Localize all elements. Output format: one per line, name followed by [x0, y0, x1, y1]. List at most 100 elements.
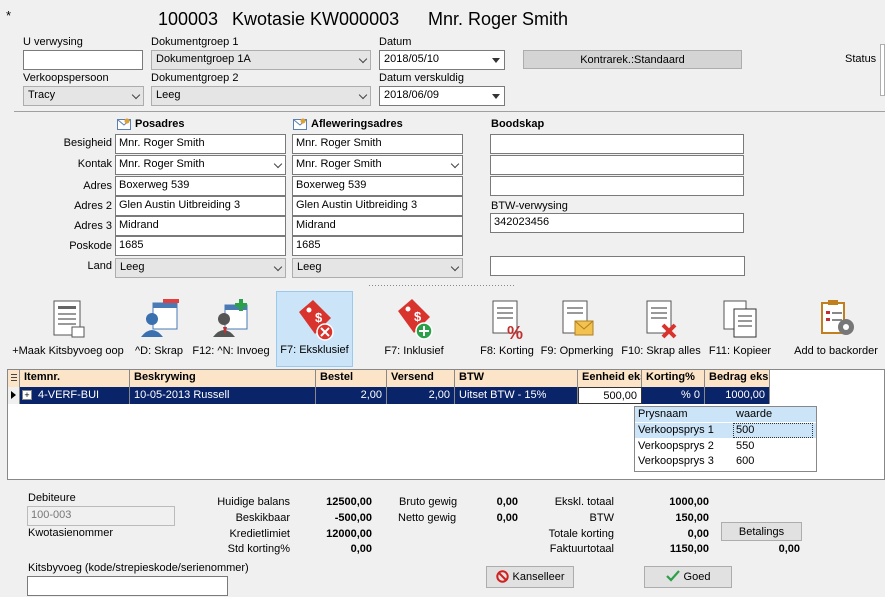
list-item[interactable]: Verkoopsprys 3 [638, 455, 714, 467]
discount-document-icon: % [487, 297, 527, 343]
pos-adres-input[interactable]: Boxerweg 539 [115, 176, 286, 196]
besigheid-label: Besigheid [63, 137, 112, 149]
boodskap-title: Boodskap [491, 118, 545, 130]
col-beskrywing[interactable]: Beskrywing [130, 370, 316, 387]
popup-col-waarde: waarde [736, 408, 773, 420]
afl-adres-input[interactable]: Boxerweg 539 [292, 176, 463, 196]
skrap-button[interactable]: ^D: Skrap [128, 291, 190, 367]
envelope-icon [117, 118, 131, 130]
cancel-icon [495, 570, 509, 583]
afl-adres2-input[interactable]: Glen Austin Uitbreiding 3 [292, 196, 463, 216]
kopieer-button[interactable]: F11: Kopieer [706, 291, 774, 367]
pos-land-select[interactable]: Leeg [115, 258, 286, 278]
bruto-value: 0,00 [496, 496, 518, 508]
afl-poskode-input[interactable]: 1685 [292, 236, 463, 256]
pos-adres3-input[interactable]: Midrand [115, 216, 286, 236]
cell-itemnr[interactable]: 4-VERF-BUI [34, 387, 130, 404]
afl-besigheid-input[interactable]: Mnr. Roger Smith [292, 134, 463, 154]
afl-land-select[interactable]: Leeg [292, 258, 463, 278]
cell-bedrag[interactable]: 1000,00 [705, 387, 770, 404]
kontak-label: Kontak [77, 158, 112, 170]
col-itemnr[interactable]: Itemnr. [20, 370, 130, 387]
col-bestel[interactable]: Bestel [316, 370, 387, 387]
inklusief-button[interactable]: $ F7: Inklusief [375, 291, 453, 367]
netto-value: 0,00 [496, 512, 518, 524]
chevron-down-icon [358, 90, 368, 100]
grid-menu-icon[interactable] [8, 370, 20, 387]
delete-document-icon [641, 297, 681, 341]
cell-bestel[interactable]: 2,00 [316, 387, 387, 404]
datum-label: Datum [379, 36, 412, 48]
kitsbyvoeg-button[interactable]: +Maak Kitsbyvoeg oop [8, 291, 128, 367]
extra-field[interactable] [490, 256, 745, 276]
backorder-button[interactable]: Add to backorder [788, 291, 884, 367]
korting-button[interactable]: % F8: Korting [476, 291, 538, 367]
kwotasie-label: Kwotasienommer [28, 527, 113, 539]
col-btw[interactable]: BTW [455, 370, 578, 387]
col-korting[interactable]: Korting% [642, 370, 705, 387]
list-item[interactable]: 600 [736, 455, 754, 467]
cell-eenheid-editor[interactable]: 500,00 [578, 387, 642, 404]
dokgroep2-label: Dokumentgroep 2 [151, 72, 239, 84]
price-tag-remove-icon: $ [295, 298, 335, 342]
chevron-down-icon [131, 90, 141, 100]
boodskap-line-1[interactable] [490, 134, 744, 154]
dokgroep1-select[interactable]: Dokumentgroep 1A [151, 50, 371, 70]
faktuur-label: Faktuurtotaal [549, 543, 614, 555]
kanselleer-button[interactable]: Kanselleer [486, 566, 574, 588]
cell-versend[interactable]: 2,00 [387, 387, 455, 404]
betalings-button[interactable]: Betalings [721, 522, 802, 541]
opmerking-button[interactable]: F9: Opmerking [538, 291, 616, 367]
cell-btw[interactable]: Uitset BTW - 15% [455, 387, 578, 404]
chevron-down-icon [273, 159, 283, 169]
dokgroep2-select[interactable]: Leeg [151, 86, 371, 106]
col-eenheid[interactable]: Eenheid eks [578, 370, 642, 387]
pos-adres2-input[interactable]: Glen Austin Uitbreiding 3 [115, 196, 286, 216]
envelope-icon [293, 118, 307, 130]
pos-poskode-input[interactable]: 1685 [115, 236, 286, 256]
pos-besigheid-input[interactable]: Mnr. Roger Smith [115, 134, 286, 154]
pos-kontak-select[interactable]: Mnr. Roger Smith [115, 155, 286, 175]
kredietlimiet-label: Kredietlimiet [229, 528, 290, 540]
customer-name: Mnr. Roger Smith [428, 9, 569, 29]
poskode-label: Poskode [69, 240, 112, 252]
svg-text:$: $ [315, 310, 323, 325]
document-number: 100003 [158, 9, 219, 29]
huidige-value: 12500,00 [326, 496, 372, 508]
eksk-label: Ekskl. totaal [554, 496, 614, 508]
cell-beskrywing[interactable]: 10-05-2013 Russell [130, 387, 316, 404]
delete-row-user-icon [139, 297, 179, 341]
dropdown-arrow-icon [492, 94, 500, 99]
netto-label: Netto gewig [398, 512, 457, 524]
datum-picker[interactable]: 2018/05/10 [379, 50, 505, 70]
afl-adres3-input[interactable]: Midrand [292, 216, 463, 236]
price-popup: Prysnaam waarde Verkoopsprys 1 500 Verko… [634, 406, 817, 472]
chevron-down-icon [273, 262, 283, 272]
btw-verwysing-input[interactable]: 342023456 [490, 213, 744, 233]
list-item[interactable]: Verkoopsprys 1 [638, 424, 714, 436]
col-bedrag[interactable]: Bedrag eks [705, 370, 770, 387]
u-verwysing-label: U verwysing [23, 36, 83, 48]
expand-icon[interactable]: + [22, 390, 32, 400]
afl-kontak-select[interactable]: Mnr. Roger Smith [292, 155, 463, 175]
splitter-handle[interactable] [368, 284, 515, 287]
u-verwysing-input[interactable] [23, 50, 143, 70]
divider [14, 111, 885, 112]
col-versend[interactable]: Versend [387, 370, 455, 387]
list-item[interactable]: 550 [736, 440, 754, 452]
boodskap-line-3[interactable] [490, 176, 744, 196]
eksk-value: 1000,00 [669, 496, 709, 508]
list-item[interactable]: Verkoopsprys 2 [638, 440, 714, 452]
kitsbyvoeg-input[interactable] [27, 576, 228, 596]
kontrarek-button[interactable]: Kontrarek.:Standaard [523, 50, 742, 69]
datum-verskuldig-picker[interactable]: 2018/06/09 [379, 86, 505, 106]
invoeg-button[interactable]: F12: ^N: Invoeg [190, 291, 272, 367]
huidige-label: Huidige balans [217, 496, 290, 508]
eksklusief-button[interactable]: $ F7: Eksklusief [276, 291, 353, 367]
list-item[interactable]: 500 [736, 424, 754, 436]
verkoopspersoon-select[interactable]: Tracy [23, 86, 144, 106]
cell-korting[interactable]: % 0 [642, 387, 705, 404]
boodskap-line-2[interactable] [490, 155, 744, 175]
skrap-alles-button[interactable]: F10: Skrap alles [618, 291, 704, 367]
goed-button[interactable]: Goed [644, 566, 732, 588]
